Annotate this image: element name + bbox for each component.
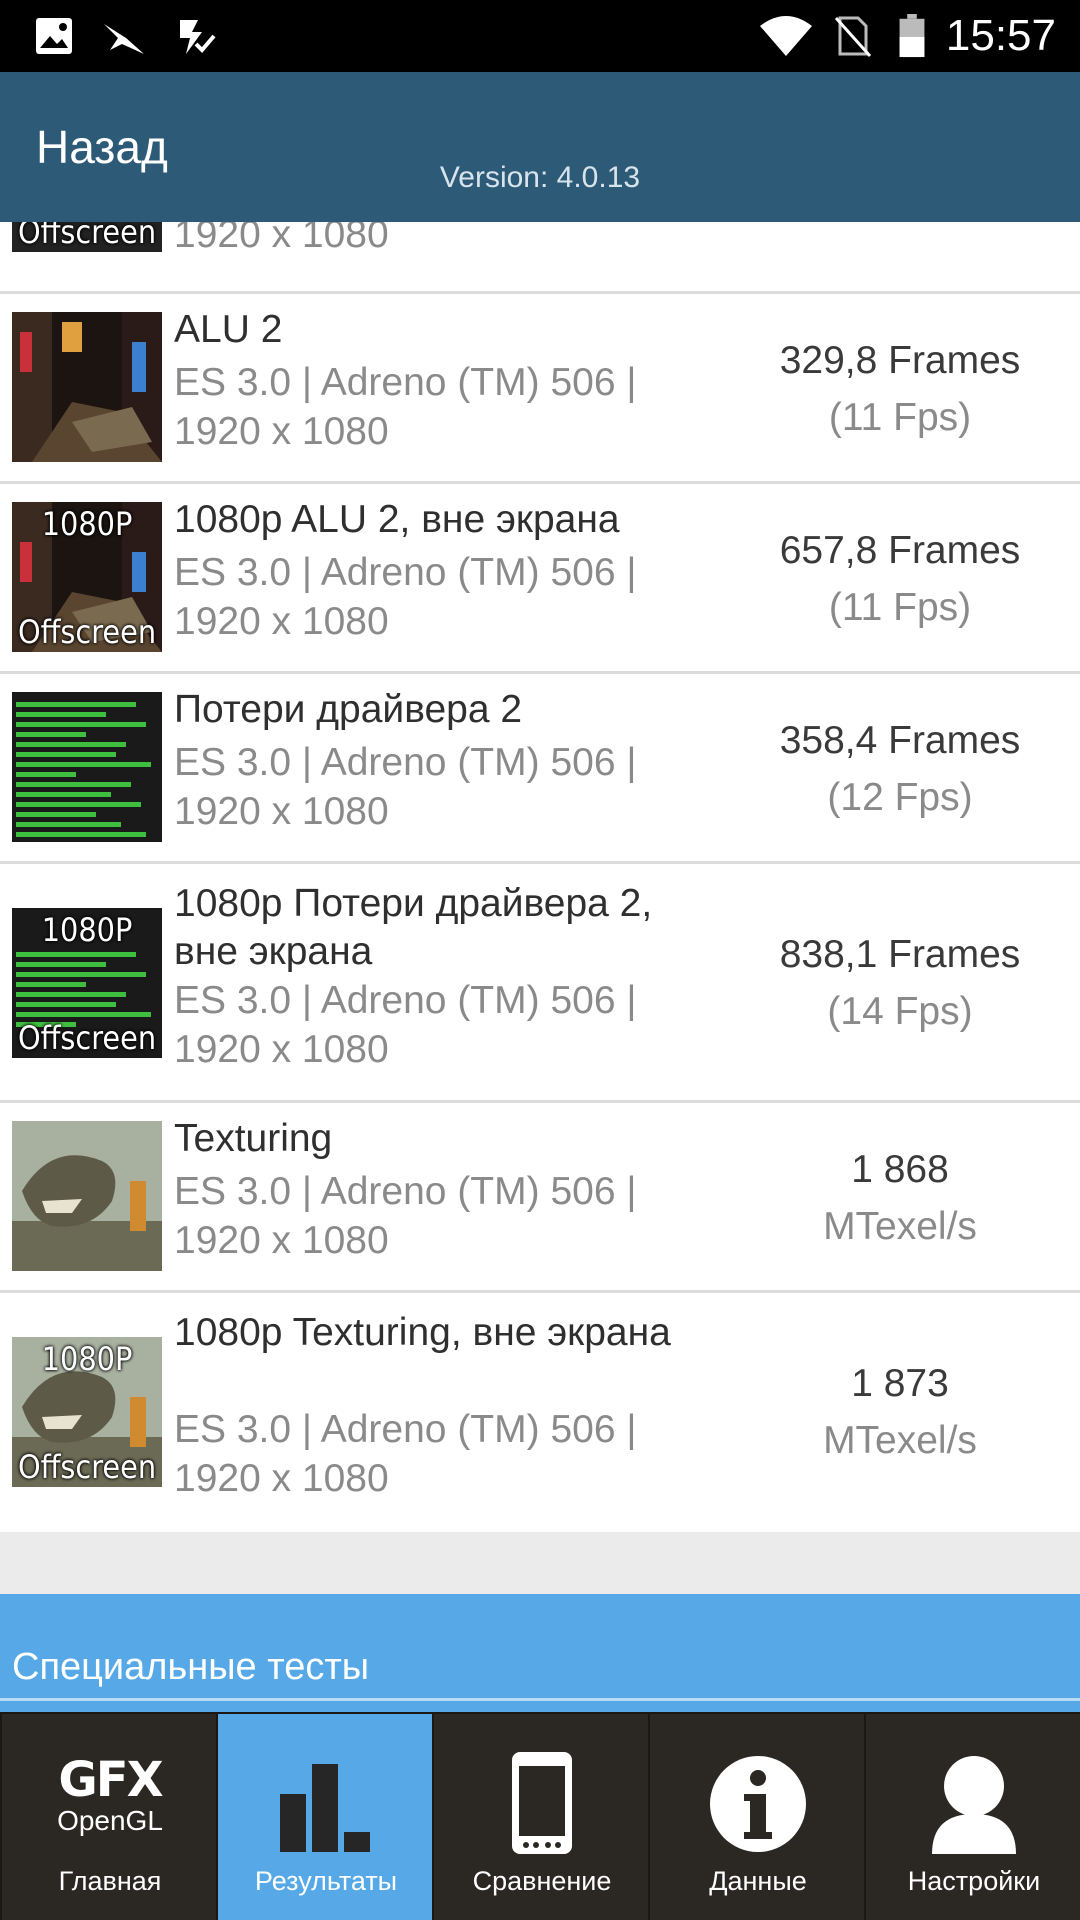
- result-title: 1080p ALU 2, вне экрана: [174, 498, 620, 541]
- version-label: Version: 4.0.13: [439, 161, 641, 194]
- offscreen-badge: Offscreen: [17, 222, 157, 251]
- result-row[interactable]: 1080P Offscreen 1080p ALU 2, вне экрана …: [0, 484, 1080, 674]
- result-thumbnail: [12, 1121, 162, 1271]
- result-score: 838,1 Frames: [779, 933, 1021, 976]
- result-thumbnail: 1080P Offscreen: [12, 908, 162, 1058]
- result-value: 1 868 MTexel/s: [720, 1141, 1080, 1255]
- result-row[interactable]: Texturing ES 3.0 | Adreno (TM) 506 | 192…: [0, 1103, 1080, 1293]
- result-title: ALU 2: [174, 308, 283, 351]
- result-title: Texturing: [174, 1117, 333, 1160]
- result-value: 657,8 Frames (11 Fps): [720, 522, 1080, 636]
- driver-bars-image: [12, 692, 162, 842]
- result-thumbnail: 1080P Offscreen: [12, 502, 162, 652]
- nav-home[interactable]: GFX OpenGL Главная: [0, 1712, 216, 1920]
- result-unit: (14 Fps): [827, 990, 973, 1033]
- person-icon: [932, 1756, 1016, 1854]
- dinosaur-image: [12, 1121, 162, 1271]
- section-divider: [0, 1698, 1080, 1701]
- offscreen-badge: Offscreen: [17, 1448, 157, 1486]
- task-check-icon: [180, 20, 216, 54]
- nav-label: Главная: [58, 1866, 162, 1896]
- result-unit: (11 Fps): [828, 396, 972, 439]
- status-time: 15:57: [945, 11, 1056, 60]
- nav-label: Сравнение: [472, 1866, 612, 1896]
- battery-icon: [899, 14, 925, 58]
- result-thumbnail: Offscreen: [12, 222, 162, 252]
- resolution-badge: 1080P: [41, 911, 133, 949]
- nav-label: Настройки: [907, 1866, 1041, 1896]
- result-unit: (12 Fps): [827, 776, 973, 819]
- wifi-icon: [760, 16, 812, 56]
- image-icon: [36, 18, 72, 54]
- resolution-badge: 1080P: [41, 1340, 133, 1378]
- result-score: 1 873: [851, 1362, 949, 1405]
- section-title: Специальные тесты: [12, 1646, 370, 1688]
- result-thumbnail: [12, 692, 162, 842]
- result-value: 329,8 Frames (11 Fps): [720, 332, 1080, 446]
- nav-data[interactable]: Данные: [648, 1712, 864, 1920]
- gfx-logo-icon: GFX OpenGL: [2, 1752, 218, 1856]
- result-score: 1 868: [851, 1148, 949, 1191]
- result-score: 657,8 Frames: [779, 529, 1021, 572]
- info-icon: [710, 1756, 806, 1852]
- result-thumbnail: [12, 312, 162, 462]
- result-subtitle: ES 3.0 | Adreno (TM) 506 | 1920 x 1080: [174, 979, 637, 1071]
- result-row[interactable]: 1080P Offscreen 1080p Texturing, вне экр…: [0, 1293, 1080, 1532]
- result-row[interactable]: Потери драйвера 2 ES 3.0 | Adreno (TM) 5…: [0, 674, 1080, 864]
- result-subtitle: ES 3.0 | Adreno (TM) 506 | 1920 x 1080: [174, 551, 637, 643]
- status-bar: 15:57: [0, 0, 1080, 72]
- special-tests-section[interactable]: Специальные тесты: [0, 1594, 1080, 1712]
- result-subtitle: ES 3.0 | Adreno (TM) 506 | 1920 x 1080: [174, 1170, 637, 1262]
- result-value: 358,4 Frames (12 Fps): [720, 712, 1080, 826]
- no-sim-icon: [834, 16, 872, 58]
- result-unit: MTexel/s: [823, 1205, 977, 1248]
- bird-icon: [104, 24, 144, 54]
- result-title: Потери драйвера 2: [174, 688, 523, 731]
- gfx-logo-subtext: OpenGL: [57, 1805, 163, 1836]
- result-score: 329,8 Frames: [779, 339, 1021, 382]
- alu-scene-image: [12, 312, 162, 462]
- result-subtitle: ES 3.0 | Adreno (TM) 506 | 1920 x 1080: [174, 1408, 637, 1500]
- resolution-badge: 1080P: [41, 505, 133, 543]
- offscreen-badge: Offscreen: [17, 1019, 157, 1057]
- nav-label: Данные: [709, 1866, 807, 1896]
- nav-settings[interactable]: Настройки: [864, 1712, 1080, 1920]
- nav-label: Результаты: [254, 1866, 398, 1896]
- result-score: 358,4 Frames: [779, 719, 1021, 762]
- result-value: 838,1 Frames (14 Fps): [720, 926, 1080, 1040]
- result-value: 1 873 MTexel/s: [720, 1355, 1080, 1469]
- bar-chart-icon: [280, 1764, 370, 1852]
- result-title: 1080p Потери драйвера 2, вне экрана: [174, 882, 653, 973]
- result-row[interactable]: ALU 2 ES 3.0 | Adreno (TM) 506 | 1920 x …: [0, 294, 1080, 484]
- result-unit: (11 Fps): [828, 586, 972, 629]
- list-gap: [0, 1532, 1080, 1594]
- gfx-logo-text: GFX: [58, 1752, 163, 1808]
- phone-icon: [512, 1752, 572, 1854]
- result-subtitle: ES 3.0 | Adreno (TM) 506 | 1920 x 1080: [174, 361, 637, 453]
- result-unit: MTexel/s: [823, 1419, 977, 1462]
- result-thumbnail: 1080P Offscreen: [12, 1337, 162, 1487]
- bottom-nav: GFX OpenGL Главная Результаты Сравнение: [0, 1712, 1080, 1920]
- result-subtitle: 1920 x 1080: [174, 222, 389, 256]
- results-list[interactable]: Offscreen 1920 x 1080 ALU 2 ES 3.0 | Adr…: [0, 222, 1080, 1532]
- result-row[interactable]: 1080P Offscreen 1080p Потери драйвера 2,…: [0, 864, 1080, 1103]
- nav-results[interactable]: Результаты: [216, 1712, 432, 1920]
- nav-compare[interactable]: Сравнение: [432, 1712, 648, 1920]
- offscreen-badge: Offscreen: [17, 613, 157, 651]
- result-subtitle: ES 3.0 | Adreno (TM) 506 | 1920 x 1080: [174, 741, 637, 833]
- result-row[interactable]: Offscreen 1920 x 1080: [0, 222, 1080, 294]
- result-title: 1080p Texturing, вне экрана: [174, 1311, 671, 1354]
- app-header: Назад Version: 4.0.13: [0, 72, 1080, 222]
